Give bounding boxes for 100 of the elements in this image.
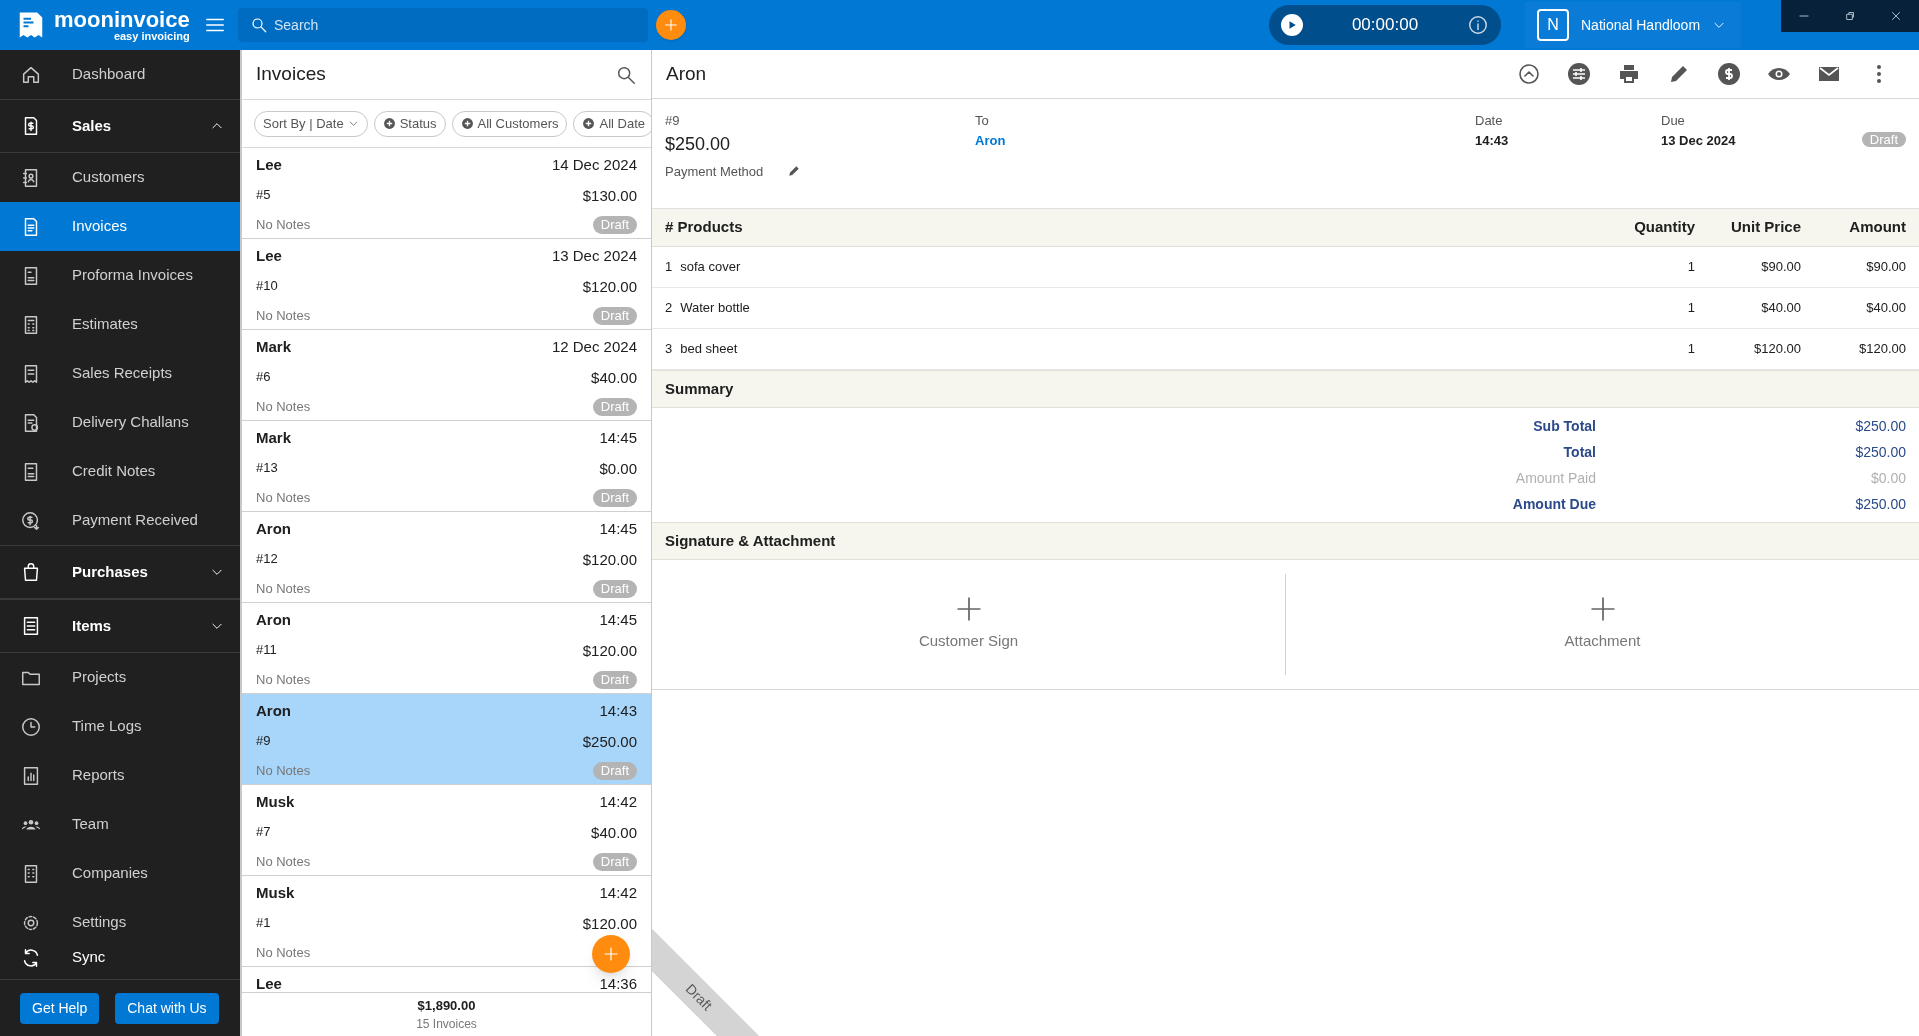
invoice-row[interactable]: Aron 14:43 #9 $250.00 No Notes Draft: [242, 694, 651, 785]
invoice-amount: $250.00: [665, 132, 732, 156]
invoice-number: #9: [256, 731, 271, 750]
invoice-date: 14:36: [599, 974, 637, 992]
customer-name: Mark: [256, 428, 292, 448]
invoice-amount: $120.00: [582, 549, 637, 570]
sidebar-item[interactable]: Proforma Invoices: [0, 251, 240, 300]
add-slot[interactable]: Attachment: [1286, 574, 1919, 675]
invoice-title: Aron: [666, 61, 708, 86]
invoice-notes: No Notes: [256, 398, 311, 416]
invoice-number: #12: [256, 549, 278, 568]
app-logo-name: mooninvoice: [54, 8, 190, 31]
customer-name: Lee: [256, 155, 282, 175]
sidebar-item[interactable]: Reports: [0, 751, 240, 800]
price-cell-text: $120.00: [1753, 340, 1801, 359]
plus-circle-icon: [460, 117, 474, 130]
invoice-notes: No Notes: [256, 489, 311, 507]
invoice-date: 14:42: [599, 883, 637, 903]
company-selector[interactable]: N National Handloom: [1525, 2, 1741, 48]
summary-label: Sub Total: [1532, 416, 1596, 436]
plus-circle-icon: [382, 117, 396, 130]
status-badge: Draft: [592, 670, 637, 689]
add-button[interactable]: [656, 10, 686, 40]
app-tagline: easy invoicing: [113, 30, 190, 42]
customer-name: Aron: [256, 701, 291, 721]
quantity-cell-text: 1: [1686, 340, 1695, 359]
add-slot[interactable]: Customer Sign: [652, 574, 1286, 675]
sidebar-item[interactable]: Dashboard: [0, 50, 240, 99]
invoice-notes: No Notes: [256, 580, 311, 598]
sidebar-item[interactable]: Invoices: [0, 202, 240, 251]
chevron-up-circle-icon[interactable]: [1517, 62, 1541, 86]
invoice-count: 15 Invoices: [416, 1016, 477, 1034]
sidebar-item[interactable]: Items: [0, 599, 240, 653]
invoice-number: #5: [256, 185, 271, 204]
sidebar-item[interactable]: Projects: [0, 653, 240, 702]
invoice-date: 13 Dec 2024: [551, 246, 637, 266]
invoice-notes: No Notes: [256, 671, 311, 689]
dollar-circle-icon[interactable]: [1717, 62, 1741, 86]
amount-cell-text: $120.00: [1858, 340, 1906, 359]
customer-name: Lee: [256, 974, 282, 992]
chevron-down-icon: [347, 118, 359, 129]
sidebar-item[interactable]: Delivery Challans: [0, 398, 240, 447]
price-cell-text: $90.00: [1760, 258, 1801, 277]
customer-link[interactable]: Aron: [975, 130, 1475, 150]
invoice-number: #11: [256, 640, 277, 659]
sidebar-item[interactable]: Companies: [0, 849, 240, 898]
plus-circle-icon: [582, 117, 596, 130]
invoice-amount: $40.00: [591, 367, 637, 388]
product-name: Water bottle: [680, 299, 750, 318]
sidebar-item[interactable]: Time Logs: [0, 702, 240, 751]
customer-name: Aron: [256, 610, 291, 630]
search-field[interactable]: Search: [238, 8, 648, 42]
column-header: # Products: [665, 217, 744, 238]
invoice-notes: No Notes: [256, 944, 311, 962]
sidebar-item[interactable]: Team: [0, 800, 240, 849]
quantity-cell-text: 1: [1686, 258, 1695, 277]
status-badge: Draft: [592, 215, 637, 234]
row-index: 2: [665, 299, 673, 318]
row-index: 3: [665, 340, 673, 359]
sidebar-item[interactable]: Credit Notes: [0, 447, 240, 496]
field-label: Date: [1475, 112, 1504, 130]
invoice-number: #10: [256, 276, 278, 295]
sliders-icon[interactable]: [1567, 62, 1591, 86]
invoice-number: #9: [665, 112, 681, 130]
print-icon[interactable]: [1617, 62, 1641, 86]
plus-icon: [602, 945, 620, 963]
product-name: bed sheet: [680, 340, 738, 359]
sidebar-item[interactable]: Sales: [0, 99, 240, 153]
panel-title: Invoices: [256, 62, 326, 87]
amount-cell-text: $90.00: [1865, 258, 1906, 277]
invoice-date: 14:43: [599, 701, 637, 721]
invoice-number: #7: [256, 822, 271, 841]
edit-icon[interactable]: [787, 164, 802, 179]
sidebar-item[interactable]: Payment Received: [0, 496, 240, 545]
help-button[interactable]: Chat with Us: [115, 992, 219, 1024]
status-badge: Draft: [592, 488, 637, 507]
sidebar-item[interactable]: Sales Receipts: [0, 349, 240, 398]
help-button[interactable]: Get Help: [20, 992, 100, 1024]
invoice-date: 14:42: [599, 792, 637, 812]
field-value: 13 Dec 2024: [1661, 131, 1737, 150]
plus-icon: [1589, 596, 1616, 623]
product-name: sofa cover: [680, 258, 741, 277]
column-header: Unit Price: [1729, 217, 1801, 238]
plus-icon: [663, 17, 679, 33]
sidebar-item[interactable]: Purchases: [0, 545, 240, 599]
sidebar-item[interactable]: Estimates: [0, 300, 240, 349]
sidebar-item[interactable]: Settings: [0, 898, 240, 936]
invoice-notes: No Notes: [256, 216, 311, 234]
invoice-date: 14:45: [599, 610, 637, 630]
play-button[interactable]: [1281, 14, 1303, 36]
info-icon[interactable]: [1467, 14, 1489, 36]
field-label: To: [975, 112, 990, 130]
invoice-number: #6: [256, 367, 271, 386]
sidebar-item[interactable]: Customers: [0, 153, 240, 202]
status-badge: Draft: [1861, 132, 1906, 147]
summary-value: $250.00: [1854, 416, 1906, 436]
customer-name: Lee: [256, 246, 282, 266]
summary-label: Total: [1562, 442, 1596, 462]
summary-value: $250.00: [1854, 442, 1906, 462]
section-title: Summary: [665, 378, 734, 399]
